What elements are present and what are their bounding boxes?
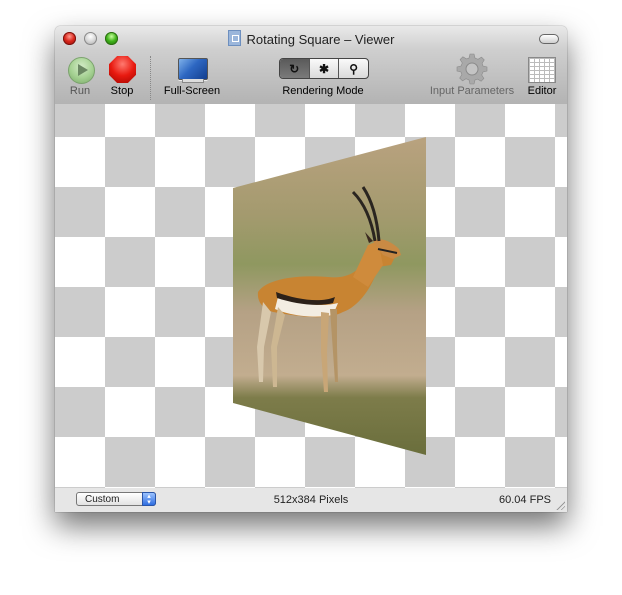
fullscreen-button[interactable] [178, 58, 208, 83]
editor-icon[interactable] [528, 57, 556, 83]
fps-readout: 60.04 FPS [499, 494, 551, 506]
status-bar: Custom ▴ ▾ 512x384 Pixels 60.04 FPS [55, 488, 567, 512]
toolbar-separator [150, 56, 151, 100]
run-button[interactable] [68, 57, 95, 84]
toolbar-toggle-button[interactable] [539, 34, 559, 44]
rendering-mode-label: Rendering Mode [282, 85, 364, 97]
toolbar: Rotating Square – Viewer Run Stop Full-S… [55, 26, 567, 105]
input-parameters-label: Input Parameters [429, 85, 515, 97]
gear-icon[interactable] [456, 53, 488, 85]
editor-label: Editor [527, 85, 557, 97]
gazelle-photo [233, 137, 426, 455]
viewer-window: Rotating Square – Viewer Run Stop Full-S… [55, 26, 567, 512]
document-icon [227, 30, 241, 46]
resolution-readout: 512x384 Pixels [273, 494, 349, 506]
fullscreen-label: Full-Screen [163, 85, 221, 97]
render-canvas[interactable] [55, 104, 567, 488]
window-title: Rotating Square – Viewer [246, 32, 395, 47]
magnifier-icon[interactable]: ⚲ [339, 59, 368, 78]
stop-label: Stop [110, 85, 134, 97]
bug-icon[interactable]: ✱ [310, 59, 340, 78]
stop-button[interactable] [109, 56, 136, 83]
window-title-bar: Rotating Square – Viewer [55, 30, 567, 47]
refresh-icon[interactable]: ↻ [280, 59, 310, 78]
rendering-mode-control: ↻ ✱ ⚲ [279, 58, 369, 79]
rotating-square-image [233, 137, 426, 455]
run-label: Run [69, 85, 91, 97]
